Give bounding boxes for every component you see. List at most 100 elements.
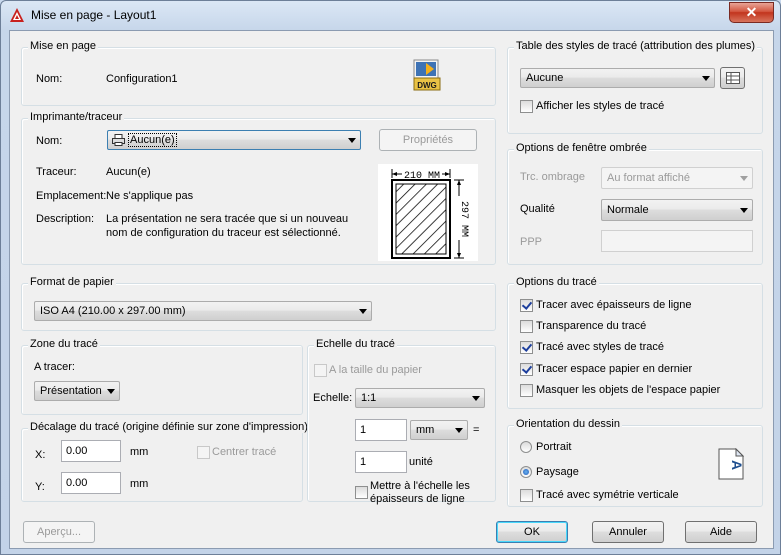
ok-button[interactable]: OK (496, 521, 568, 543)
printer-name-value: Aucun(e) (128, 133, 177, 147)
chevron-down-icon (455, 428, 463, 433)
dpi-input[interactable] (601, 230, 753, 252)
scale-drawing-units-label: unité (409, 456, 433, 468)
chevron-down-icon (740, 208, 748, 213)
shade-plot-dropdown[interactable]: Au format affiché (601, 167, 753, 189)
scale-lineweights-label-1: Mettre à l'échelle les (370, 480, 470, 492)
offset-x-value: 0.00 (66, 445, 88, 457)
paper-size-group: Format de papier ISO A4 (210.00 x 297.00… (21, 276, 496, 331)
description-line-2: nom de configuration du traceur est séle… (106, 227, 341, 239)
description-line-1: La présentation ne sera tracée que si un… (106, 213, 349, 225)
plot-scale-group: Echelle du tracé A la taille du papier E… (307, 338, 496, 505)
scale-lineweights-label-2: épaisseurs de ligne (370, 493, 465, 505)
plot-scale-legend: Echelle du tracé (314, 338, 397, 350)
shaded-viewport-legend: Options de fenêtre ombrée (514, 142, 649, 154)
dwg-icon-text: DWG (417, 81, 437, 90)
title-bar[interactable]: Mise en page - Layout1 ✕ (1, 1, 780, 29)
plot-paperspace-last-label: Tracer espace papier en dernier (536, 363, 693, 375)
preview-button[interactable]: Aperçu... (23, 521, 95, 543)
paper-preview: 210 MM 297 MM (378, 164, 478, 261)
plot-with-styles-label: Tracé avec styles de tracé (536, 341, 664, 353)
landscape-label: Paysage (536, 466, 579, 478)
plot-options-group: Options du tracé Tracer avec épaisseurs … (507, 276, 763, 409)
shade-plot-value: Au format affiché (607, 172, 690, 184)
plot-upside-down-label: Tracé avec symétrie verticale (536, 489, 679, 501)
what-to-plot-value: Présentation (40, 385, 102, 397)
edit-table-icon (726, 72, 740, 84)
window-title: Mise en page - Layout1 (31, 8, 157, 22)
offset-y-label: Y: (35, 481, 45, 493)
portrait-label: Portrait (536, 441, 572, 453)
plot-upside-down-checkbox[interactable] (520, 489, 533, 502)
paper-size-dropdown[interactable]: ISO A4 (210.00 x 297.00 mm) (34, 301, 372, 321)
scale-units-dropdown[interactable]: mm (410, 420, 468, 440)
edit-plot-style-button[interactable] (720, 67, 745, 89)
page-setup-dialog: Mise en page - Layout1 ✕ Mise en page No… (0, 0, 781, 555)
plot-with-styles-checkbox[interactable] (520, 341, 533, 354)
printer-legend: Imprimante/traceur (28, 111, 125, 123)
chevron-down-icon (348, 138, 356, 143)
plot-lineweights-label: Tracer avec épaisseurs de ligne (536, 299, 692, 311)
scale-paper-units-value: 1 (360, 424, 367, 436)
plot-style-table-legend: Table des styles de tracé (attribution d… (514, 40, 758, 52)
location-label: Emplacement: (36, 190, 107, 202)
location-value: Ne s'applique pas (106, 190, 194, 202)
offset-x-input[interactable]: 0.00 (61, 440, 121, 462)
drawing-orientation-group: Orientation du dessin Portrait Paysage T… (507, 418, 763, 507)
offset-x-unit: mm (130, 446, 149, 458)
scale-units-value: mm (416, 424, 435, 436)
printer-name-label: Nom: (36, 135, 63, 147)
scale-drawing-units-input[interactable]: 1 (355, 451, 407, 473)
page-setup-legend: Mise en page (28, 40, 99, 52)
plot-lineweights-checkbox[interactable] (520, 299, 533, 312)
scale-equals-sign: = (473, 424, 480, 436)
quality-value: Normale (607, 204, 649, 216)
plot-style-table-value: Aucune (526, 72, 564, 84)
scale-paper-units-input[interactable]: 1 (355, 419, 407, 441)
plot-area-group: Zone du tracé A tracer: Présentation (21, 338, 303, 415)
portrait-radio[interactable] (520, 441, 532, 453)
quality-dropdown[interactable]: Normale (601, 199, 753, 221)
plot-area-legend: Zone du tracé (28, 338, 100, 350)
plot-transparency-label: Transparence du tracé (536, 320, 647, 332)
page-setup-name-label: Nom: (36, 73, 63, 85)
what-to-plot-dropdown[interactable]: Présentation (34, 381, 120, 401)
landscape-radio[interactable] (520, 466, 532, 478)
center-plot-checkbox[interactable] (197, 446, 210, 459)
description-label: Description: (36, 213, 95, 225)
scale-lineweights-checkbox[interactable] (355, 486, 368, 499)
plot-paperspace-last-checkbox[interactable] (520, 363, 533, 376)
offset-y-value: 0.00 (66, 477, 88, 489)
plot-style-table-group: Table des styles de tracé (attribution d… (507, 40, 763, 134)
autocad-logo-icon (10, 8, 24, 22)
preview-height-label: 297 MM (458, 201, 469, 237)
what-to-plot-label: A tracer: (34, 361, 75, 373)
shade-plot-label: Trc. ombrage (520, 171, 586, 183)
chevron-down-icon (472, 396, 480, 401)
paper-size-value: ISO A4 (210.00 x 297.00 mm) (40, 305, 186, 317)
chevron-down-icon (740, 176, 748, 181)
hide-paperspace-objects-checkbox[interactable] (520, 384, 533, 397)
plot-style-table-dropdown[interactable]: Aucune (520, 68, 715, 88)
fit-to-paper-label: A la taille du papier (329, 364, 422, 376)
offset-y-input[interactable]: 0.00 (61, 472, 121, 494)
show-plot-styles-checkbox[interactable] (520, 100, 533, 113)
chevron-down-icon (359, 309, 367, 314)
printer-name-dropdown[interactable]: Aucun(e) (107, 130, 361, 150)
scale-drawing-units-value: 1 (360, 456, 367, 468)
landscape-orientation-icon: A (718, 448, 744, 480)
scale-dropdown[interactable]: 1:1 (355, 388, 485, 408)
orientation-icon-letter: A (729, 460, 744, 470)
page-setup-group: Mise en page Nom: Configuration1 DWG (21, 40, 496, 106)
cancel-button[interactable]: Annuler (592, 521, 664, 543)
fit-to-paper-checkbox[interactable] (314, 364, 327, 377)
printer-icon (112, 134, 125, 146)
properties-button[interactable]: Propriétés (379, 129, 477, 151)
scale-label: Echelle: (313, 392, 353, 404)
help-button[interactable]: Aide (685, 521, 757, 543)
plot-transparency-checkbox[interactable] (520, 320, 533, 333)
close-button[interactable]: ✕ (729, 2, 774, 23)
plot-offset-legend: Décalage du tracé (origine définie sur z… (28, 421, 310, 433)
printer-group: Imprimante/traceur Nom: Aucun(e) Proprié… (21, 111, 496, 265)
dwg-file-icon: DWG (413, 59, 441, 91)
